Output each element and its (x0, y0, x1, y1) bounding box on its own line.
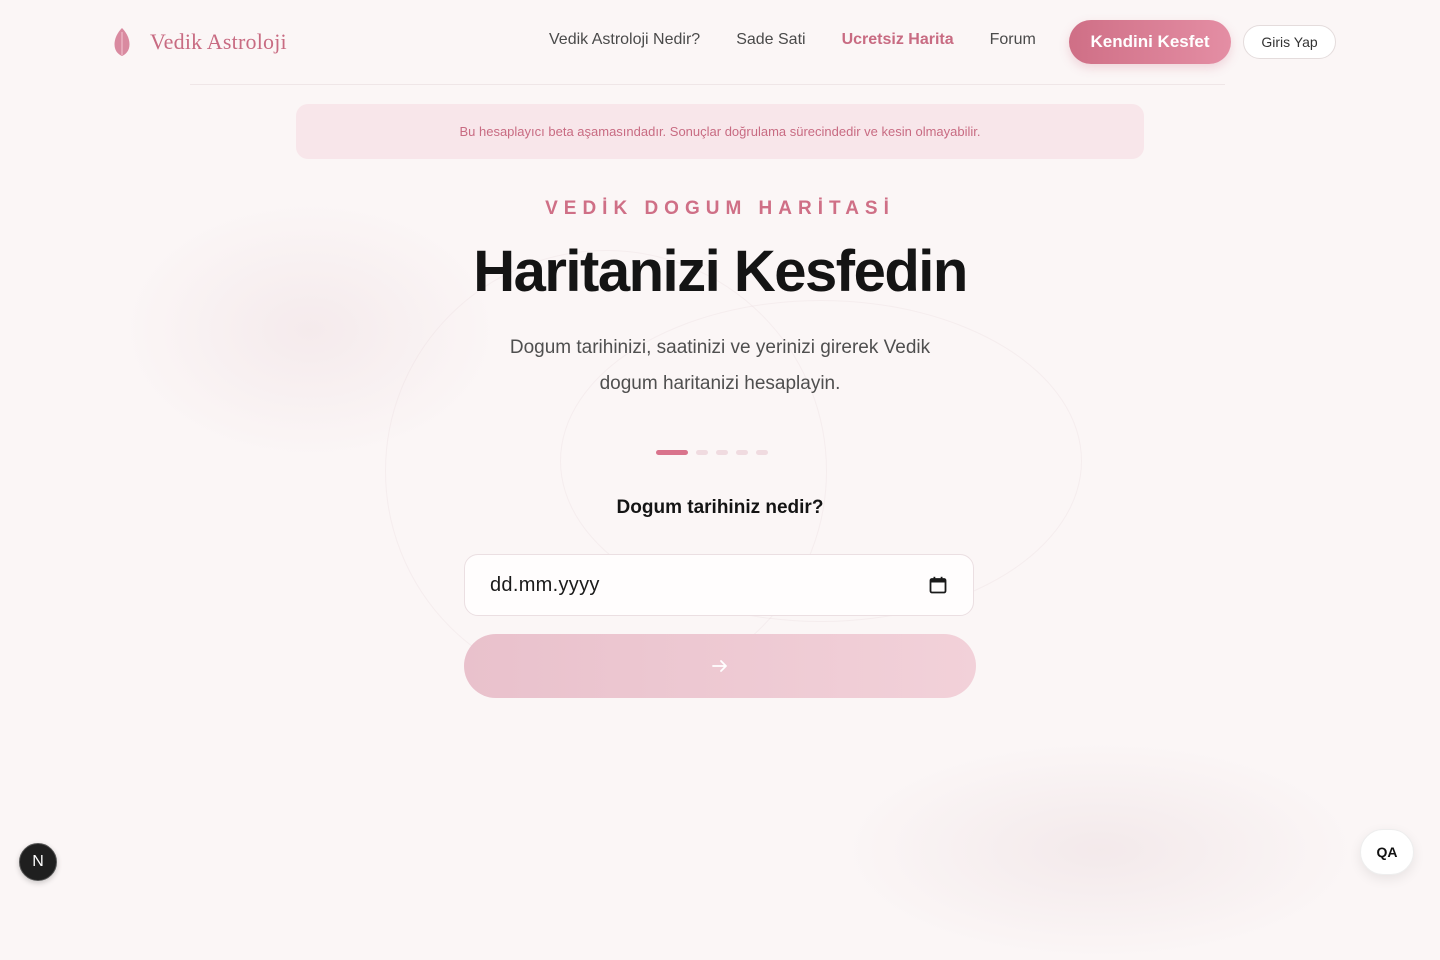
nav-item-vedik-astroloji-nedir[interactable]: Vedik Astroloji Nedir? (549, 31, 700, 49)
nav-item-forum[interactable]: Forum (990, 31, 1036, 49)
brand-name: Vedik Astroloji (150, 29, 287, 54)
background-glow-bottom (840, 740, 1360, 960)
discover-yourself-button[interactable]: Kendini Kesfet (1069, 20, 1231, 64)
section-eyebrow: VEDİK DOGUM HARİTASİ (545, 198, 895, 219)
beta-notice: Bu hesaplayıcı beta aşamasındadır. Sonuç… (296, 104, 1144, 159)
step-indicator (656, 450, 768, 455)
nav-item-sade-sati[interactable]: Sade Sati (736, 31, 805, 49)
page-subtitle: Dogum tarihinizi, saatinizi ve yerinizi … (509, 337, 931, 394)
header-divider (190, 84, 1225, 85)
nav-item-ucretsiz-harita[interactable]: Ucretsiz Harita (842, 31, 954, 49)
dev-tools-badge[interactable]: N (19, 843, 57, 881)
date-placeholder: dd.mm.yyyy (490, 573, 600, 596)
arrow-right-icon (712, 660, 727, 672)
login-button[interactable]: Giris Yap (1243, 25, 1336, 59)
main-nav: Vedik Astroloji Nedir? Sade Sati Ucretsi… (549, 31, 1036, 49)
page-title: Haritanizi Kesfedin (473, 239, 968, 304)
calendar-icon[interactable] (928, 575, 948, 595)
step-dot (756, 450, 768, 455)
step-dot (736, 450, 748, 455)
step-dot (696, 450, 708, 455)
step-dot (716, 450, 728, 455)
top-navigation: Vedik Astroloji Vedik Astroloji Nedir? S… (0, 0, 1440, 85)
form-question: Dogum tarihiniz nedir? (616, 497, 824, 518)
step-dot-active (656, 450, 688, 455)
next-step-button[interactable] (464, 634, 976, 698)
qa-button[interactable]: QA (1360, 829, 1414, 875)
leaf-icon (114, 28, 130, 56)
birth-date-input[interactable]: dd.mm.yyyy (464, 554, 974, 616)
brand-logo[interactable]: Vedik Astroloji (110, 26, 287, 58)
